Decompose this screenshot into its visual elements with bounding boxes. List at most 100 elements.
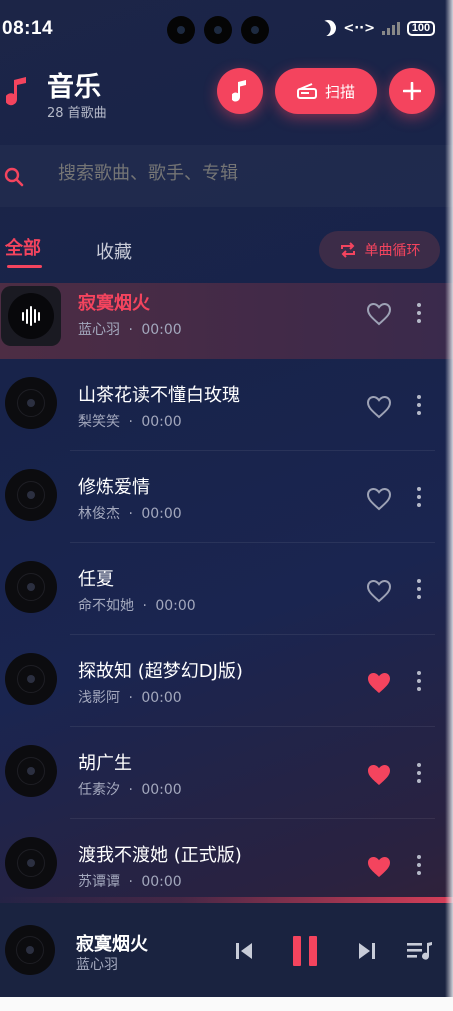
song-title: 胡广生	[78, 753, 132, 774]
meta-separator: ·	[128, 322, 133, 338]
song-row[interactable]: 探故知 (超梦幻DJ版) 浅影阿 · 00:00	[0, 635, 453, 727]
song-artist: 苏谭谭	[78, 874, 120, 890]
meta-separator: ·	[142, 598, 147, 614]
sound-wave-icon	[8, 293, 54, 339]
search-icon	[4, 167, 24, 191]
bottom-edge	[0, 997, 453, 1011]
search-input[interactable]	[58, 163, 418, 184]
scan-button[interactable]: 扫描	[275, 68, 377, 114]
tab-favorites[interactable]: 收藏	[96, 238, 132, 264]
cellular-signal-icon	[382, 21, 400, 35]
radio-scan-icon	[296, 83, 317, 99]
vinyl-disc-icon	[5, 561, 57, 613]
song-meta: 命不如她 · 00:00	[78, 595, 196, 615]
song-artist: 林俊杰	[78, 506, 120, 522]
song-artist: 浅影阿	[78, 690, 120, 706]
song-list: 寂寞烟火 蓝心羽 · 00:00 山茶花读不懂白玫瑰 梨笑笑 · 00:00 修…	[0, 283, 453, 903]
app-music-note-icon	[5, 76, 28, 110]
more-options-icon[interactable]	[414, 395, 424, 415]
meta-separator: ·	[128, 874, 133, 890]
heart-filled-icon[interactable]	[366, 855, 392, 879]
song-title: 寂寞烟火	[78, 293, 150, 314]
pause-button[interactable]	[293, 936, 319, 966]
now-playing-disc	[1, 286, 61, 346]
vinyl-disc-icon	[5, 469, 57, 521]
more-options-icon[interactable]	[414, 763, 424, 783]
song-duration: 00:00	[141, 874, 182, 890]
song-duration: 00:00	[141, 506, 182, 522]
song-meta: 任素汐 · 00:00	[78, 779, 182, 799]
now-playing-title: 寂寞烟火	[76, 934, 148, 955]
status-icons: <··> 100	[320, 20, 435, 36]
song-title: 渡我不渡她 (正式版)	[78, 845, 242, 866]
song-artist: 命不如她	[78, 598, 134, 614]
tab-active-indicator	[7, 265, 42, 268]
meta-separator: ·	[128, 506, 133, 522]
song-row[interactable]: 任夏 命不如她 · 00:00	[0, 543, 453, 635]
tab-all[interactable]: 全部	[5, 234, 41, 260]
page-title: 音乐	[47, 72, 101, 103]
app-header: 音乐 28 首歌曲 扫描	[0, 62, 453, 132]
song-row[interactable]: 胡广生 任素汐 · 00:00	[0, 727, 453, 819]
heart-outline-icon[interactable]	[366, 302, 392, 326]
next-track-icon[interactable]	[356, 941, 378, 961]
meta-separator: ·	[128, 690, 133, 706]
previous-track-icon[interactable]	[233, 941, 255, 961]
song-artist: 任素汐	[78, 782, 120, 798]
song-row-active[interactable]: 寂寞烟火 蓝心羽 · 00:00	[0, 283, 453, 359]
now-playing-artist: 蓝心羽	[76, 957, 118, 973]
now-playing-button[interactable]	[217, 68, 263, 114]
data-transfer-icon: <··>	[343, 20, 375, 36]
camera-cutout-center	[204, 16, 232, 44]
camera-cutout-left	[167, 16, 195, 44]
heart-outline-icon[interactable]	[366, 395, 392, 419]
repeat-one-icon	[340, 242, 355, 258]
player-vinyl-disc-icon	[5, 925, 55, 975]
more-options-icon[interactable]	[414, 303, 424, 323]
playlist-queue-icon[interactable]	[406, 940, 434, 962]
add-button[interactable]	[389, 68, 435, 114]
vinyl-disc-icon	[5, 653, 57, 705]
more-options-icon[interactable]	[414, 579, 424, 599]
song-artist: 蓝心羽	[78, 322, 120, 338]
song-title: 修炼爱情	[78, 477, 150, 498]
song-title: 山茶花读不懂白玫瑰	[78, 385, 240, 406]
device-frame-edge	[445, 0, 453, 1011]
vinyl-disc-icon	[5, 837, 57, 889]
scan-button-label: 扫描	[324, 82, 355, 101]
music-note-icon	[232, 80, 246, 102]
plus-icon	[403, 82, 421, 100]
song-row[interactable]: 修炼爱情 林俊杰 · 00:00	[0, 451, 453, 543]
status-time: 08:14	[2, 18, 54, 39]
heart-outline-icon[interactable]	[366, 487, 392, 511]
more-options-icon[interactable]	[414, 487, 424, 507]
song-meta: 苏谭谭 · 00:00	[78, 871, 182, 891]
heart-outline-icon[interactable]	[366, 579, 392, 603]
song-count: 28 首歌曲	[47, 106, 107, 121]
do-not-disturb-icon	[317, 17, 339, 39]
search-bar[interactable]	[0, 145, 453, 207]
heart-filled-icon[interactable]	[366, 763, 392, 787]
song-meta: 林俊杰 · 00:00	[78, 503, 182, 523]
status-bar: 08:14 <··> 100	[0, 0, 453, 58]
song-duration: 00:00	[155, 598, 196, 614]
more-options-icon[interactable]	[414, 855, 424, 875]
song-duration: 00:00	[141, 690, 182, 706]
heart-filled-icon[interactable]	[366, 671, 392, 695]
song-meta: 梨笑笑 · 00:00	[78, 411, 182, 431]
song-duration: 00:00	[141, 322, 182, 338]
song-meta: 蓝心羽 · 00:00	[78, 319, 182, 339]
song-duration: 00:00	[141, 782, 182, 798]
song-row[interactable]: 山茶花读不懂白玫瑰 梨笑笑 · 00:00	[0, 359, 453, 451]
vinyl-disc-icon	[5, 377, 57, 429]
song-artist: 梨笑笑	[78, 414, 120, 430]
more-options-icon[interactable]	[414, 671, 424, 691]
meta-separator: ·	[128, 782, 133, 798]
song-duration: 00:00	[141, 414, 182, 430]
song-title: 探故知 (超梦幻DJ版)	[78, 661, 243, 682]
play-mode-label: 单曲循环	[364, 243, 421, 259]
play-mode-button[interactable]: 单曲循环	[319, 231, 440, 269]
mini-player[interactable]: 寂寞烟火 蓝心羽	[0, 903, 453, 997]
song-title: 任夏	[78, 569, 114, 590]
battery-icon: 100	[407, 20, 435, 36]
